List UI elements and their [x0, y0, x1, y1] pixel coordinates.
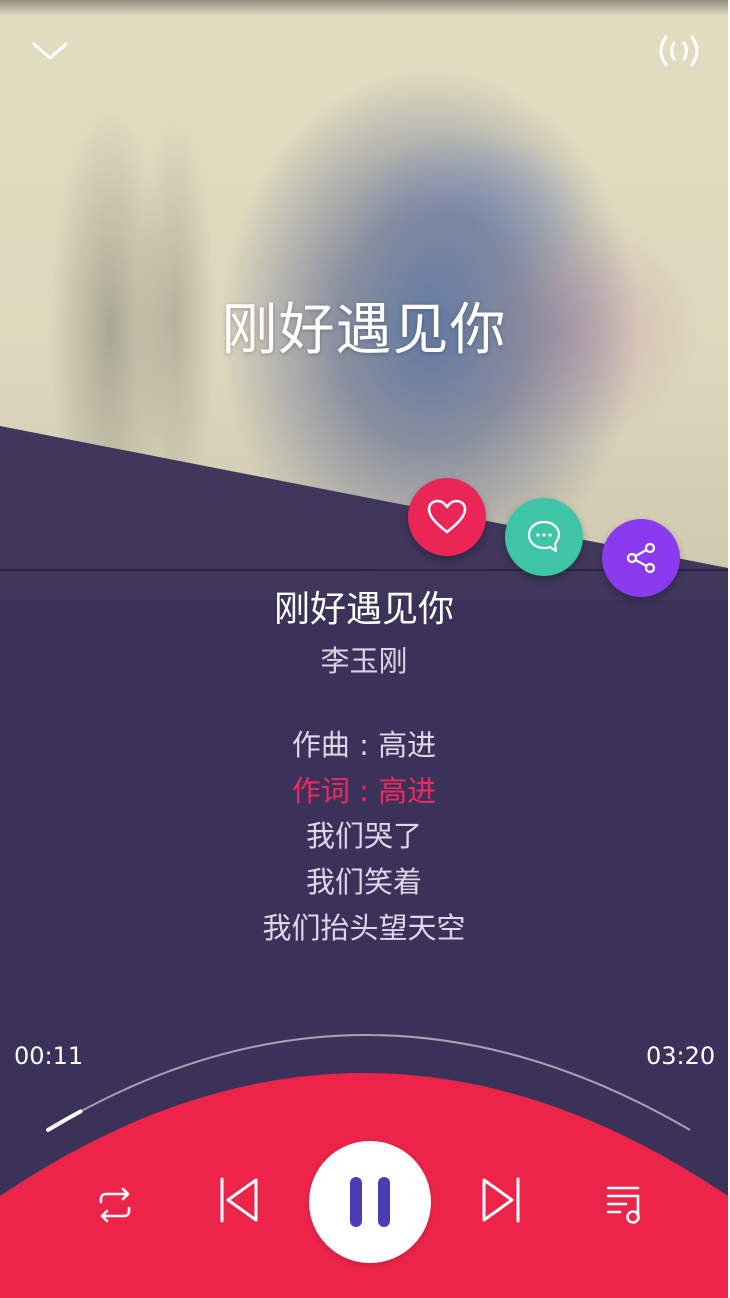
lyric-line-current: 作词 : 高进	[291, 774, 437, 808]
comment-icon	[527, 520, 561, 553]
next-button[interactable]	[474, 1170, 530, 1230]
cast-button[interactable]	[654, 33, 704, 69]
chevron-down-icon	[32, 42, 68, 60]
comment-button[interactable]	[505, 498, 583, 576]
skip-previous-icon	[220, 1177, 258, 1223]
previous-button[interactable]	[210, 1170, 266, 1230]
heart-icon	[427, 499, 467, 534]
playlist-button[interactable]	[596, 1176, 652, 1232]
share-icon	[626, 542, 656, 574]
broadcast-icon	[659, 35, 699, 67]
lyric-line: 我们哭了	[305, 819, 422, 853]
collapse-button[interactable]	[30, 36, 70, 66]
repeat-button[interactable]	[88, 1178, 142, 1232]
album-cover-title: 刚好遇见你	[221, 298, 507, 363]
pause-icon	[350, 1177, 390, 1227]
lyric-line: 我们笑着	[305, 865, 422, 899]
song-title: 刚好遇见你	[273, 589, 454, 630]
playlist-icon	[606, 1186, 640, 1224]
player-screen: 刚好遇见你 刚好遇见你 李玉刚 作曲 : 高进 作词 : 高进 我们哭了 我们笑…	[0, 0, 728, 1298]
repeat-icon	[99, 1187, 131, 1223]
pause-button[interactable]	[309, 1141, 431, 1263]
skip-next-icon	[482, 1177, 520, 1223]
like-button[interactable]	[408, 478, 486, 556]
song-artist: 李玉刚	[320, 644, 408, 678]
lyric-line: 作曲 : 高进	[291, 728, 437, 762]
lyric-line: 我们抬头望天空	[262, 911, 466, 945]
